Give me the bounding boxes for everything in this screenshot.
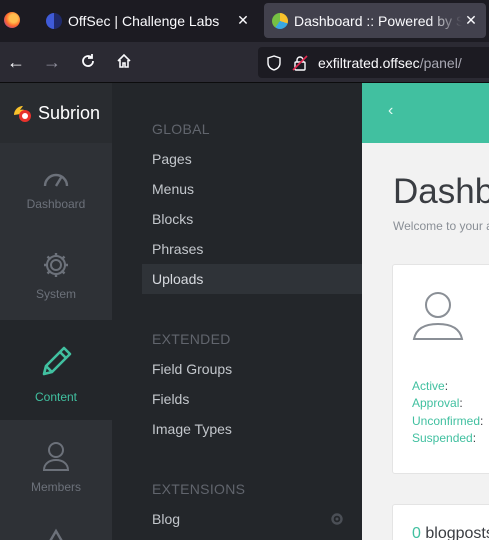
admin-app: Subrion Dashboard System Content Members… bbox=[0, 83, 489, 540]
url-bar[interactable]: exfiltrated.offsec/panel/ bbox=[258, 47, 489, 78]
close-icon[interactable]: ✕ bbox=[234, 12, 252, 29]
browser-tab-strip: OffSec | Challenge Labs ✕ Dashboard :: P… bbox=[0, 0, 489, 42]
user-avatar-icon bbox=[412, 292, 464, 340]
stat-unconfirmed-label: Unconfirmed bbox=[412, 414, 481, 428]
content-header-bar: ‹ bbox=[362, 83, 489, 143]
blogposts-label: blogposts bbox=[425, 525, 489, 540]
section-heading-extended: EXTENDED bbox=[152, 331, 231, 347]
nav-content-label: Content bbox=[34, 390, 78, 404]
page-subtitle: Welcome to your admin dashboard bbox=[393, 219, 489, 233]
menu-item-fields[interactable]: Fields bbox=[142, 384, 362, 414]
nav-members-label: Members bbox=[30, 480, 81, 494]
tab-offsec[interactable]: OffSec | Challenge Labs ✕ bbox=[38, 3, 258, 38]
section-heading-extensions: EXTENSIONS bbox=[152, 481, 246, 497]
back-arrow-icon[interactable]: ← bbox=[6, 52, 26, 72]
blogposts-card: 0 blogposts bbox=[392, 504, 489, 540]
blogposts-number: 0 bbox=[412, 525, 421, 540]
menu-item-field-groups[interactable]: Field Groups bbox=[142, 354, 362, 384]
menu-item-phrases[interactable]: Phrases bbox=[142, 234, 362, 264]
nav-dashboard[interactable]: Dashboard bbox=[0, 143, 112, 231]
puzzle-icon bbox=[49, 528, 63, 540]
subrion-favicon-icon bbox=[272, 12, 288, 29]
forward-arrow-icon[interactable]: → bbox=[42, 52, 62, 72]
icon-sidebar: Subrion Dashboard System Content Members bbox=[0, 83, 112, 540]
nav-extensions[interactable] bbox=[0, 523, 112, 540]
stat-active[interactable]: Active: bbox=[412, 379, 448, 393]
gear-icon bbox=[44, 253, 68, 277]
nav-members[interactable]: Members bbox=[0, 420, 112, 508]
shield-icon[interactable] bbox=[266, 54, 282, 71]
stat-unconfirmed[interactable]: Unconfirmed: bbox=[412, 414, 483, 428]
members-stats-card: Active: Approval: Unconfirmed: Suspended… bbox=[392, 264, 489, 474]
menu-item-pages[interactable]: Pages bbox=[142, 144, 362, 174]
blogposts-count[interactable]: 0 blogposts bbox=[412, 525, 489, 540]
nav-content[interactable]: Content bbox=[0, 320, 112, 420]
menu-item-uploads[interactable]: Uploads bbox=[142, 264, 362, 294]
reload-icon[interactable] bbox=[78, 52, 98, 72]
user-icon bbox=[42, 442, 70, 471]
firefox-icon[interactable] bbox=[4, 12, 20, 28]
menu-item-blocks[interactable]: Blocks bbox=[142, 204, 362, 234]
url-host: exfiltrated.offsec bbox=[318, 54, 420, 71]
nav-system-label: System bbox=[35, 287, 76, 301]
menu-item-blog-label: Blog bbox=[152, 511, 181, 527]
offsec-favicon-icon bbox=[46, 12, 62, 29]
menu-item-image-types[interactable]: Image Types bbox=[142, 414, 362, 444]
pencil-icon bbox=[42, 346, 72, 376]
gauge-icon bbox=[43, 173, 69, 187]
brand[interactable]: Subrion bbox=[0, 83, 112, 143]
stat-approval[interactable]: Approval: bbox=[412, 396, 463, 410]
stat-suspended-label: Suspended bbox=[412, 431, 473, 445]
stat-active-label: Active bbox=[412, 379, 445, 393]
content-submenu: GLOBAL Pages Menus Blocks Phrases Upload… bbox=[112, 83, 362, 540]
close-icon[interactable]: ✕ bbox=[462, 12, 480, 29]
insecure-lock-icon[interactable] bbox=[292, 54, 308, 71]
url-path: /panel/ bbox=[419, 54, 462, 71]
main-content: ‹ Dashboard Welcome to your admin dashbo… bbox=[362, 83, 489, 540]
menu-item-blog[interactable]: Blog bbox=[142, 504, 362, 534]
gear-icon[interactable] bbox=[330, 512, 344, 526]
tab-title: OffSec | Challenge Labs bbox=[68, 12, 220, 29]
stat-suspended[interactable]: Suspended: bbox=[412, 431, 476, 445]
menu-item-menus[interactable]: Menus bbox=[142, 174, 362, 204]
subrion-logo-icon bbox=[13, 106, 31, 122]
brand-name: Subrion bbox=[37, 102, 101, 123]
collapse-chevron-icon[interactable]: ‹ bbox=[388, 102, 393, 120]
home-icon[interactable] bbox=[114, 52, 134, 72]
tab-dashboard[interactable]: Dashboard :: Powered by Subrion ✕ bbox=[264, 3, 486, 38]
page-title: Dashboard bbox=[393, 172, 489, 211]
stat-approval-label: Approval bbox=[412, 396, 460, 410]
nav-system[interactable]: System bbox=[0, 231, 112, 319]
section-heading-global: GLOBAL bbox=[152, 121, 210, 137]
nav-dashboard-label: Dashboard bbox=[26, 197, 86, 211]
browser-nav-bar: ← → exfiltrated.offsec/panel/ bbox=[0, 42, 489, 83]
tab-title: Dashboard :: Powered by Subrion bbox=[294, 12, 462, 29]
